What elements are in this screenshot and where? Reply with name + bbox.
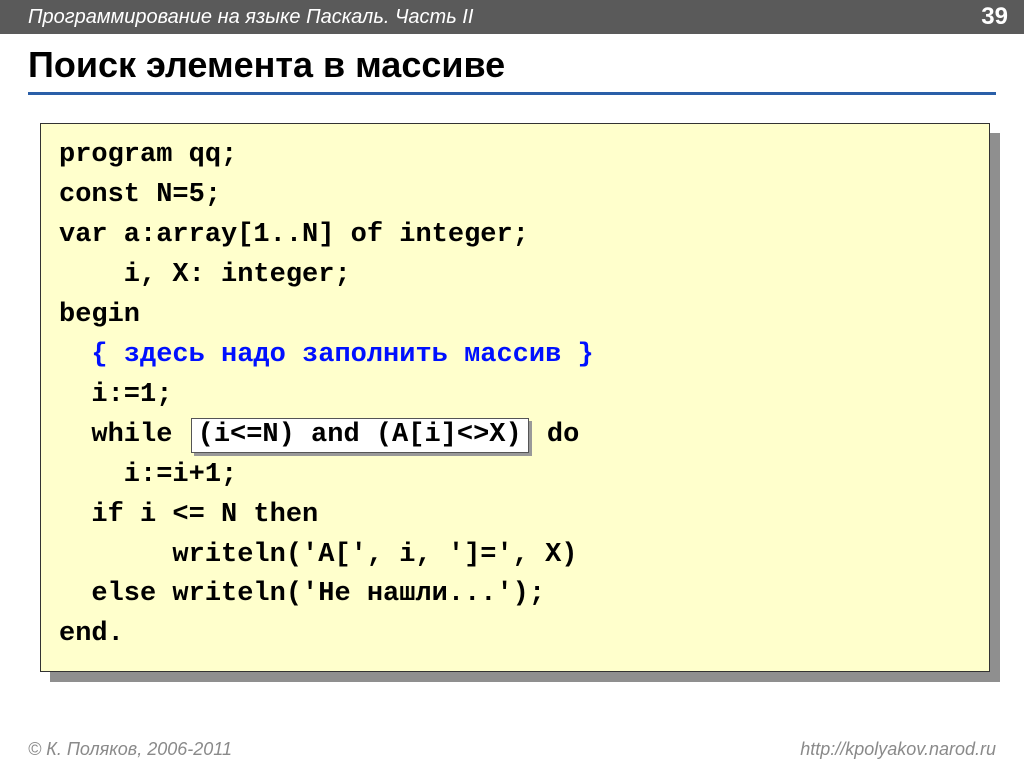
footer-copyright: © К. Поляков, 2006-2011 [28, 739, 232, 760]
code-line: program qq; [59, 140, 237, 170]
code-line: else writeln('Не нашли...'); [59, 579, 545, 609]
code-line: if i <= N then [59, 500, 318, 530]
footer-url: http://kpolyakov.narod.ru [800, 739, 996, 760]
code-line: i, X: integer; [59, 260, 351, 290]
code-line: end. [59, 619, 124, 649]
title-underline [28, 92, 996, 95]
slide-number: 39 [981, 3, 1008, 31]
code-line: i:=1; [59, 380, 172, 410]
code-line: while [59, 420, 189, 450]
code-line: i:=i+1; [59, 460, 237, 490]
code-line: const N=5; [59, 180, 221, 210]
slide-header: Программирование на языке Паскаль. Часть… [0, 0, 1024, 34]
code-block: program qq; const N=5; var a:array[1..N]… [40, 123, 990, 672]
code-comment: { здесь надо заполнить массив } [91, 340, 593, 370]
code-content: program qq; const N=5; var a:array[1..N]… [40, 123, 990, 672]
code-line: begin [59, 300, 140, 330]
slide-footer: © К. Поляков, 2006-2011 http://kpolyakov… [0, 739, 1024, 760]
code-line: writeln('A[', i, ']=', X) [59, 540, 577, 570]
header-title: Программирование на языке Паскаль. Часть… [28, 6, 473, 29]
slide: Программирование на языке Паскаль. Часть… [0, 0, 1024, 768]
code-highlight: (i<=N) and (A[i]<>X) [191, 418, 529, 454]
code-line: do [531, 420, 580, 450]
title-area: Поиск элемента в массиве [0, 34, 1024, 101]
slide-title: Поиск элемента в массиве [28, 44, 996, 86]
code-line: var a:array[1..N] of integer; [59, 220, 529, 250]
